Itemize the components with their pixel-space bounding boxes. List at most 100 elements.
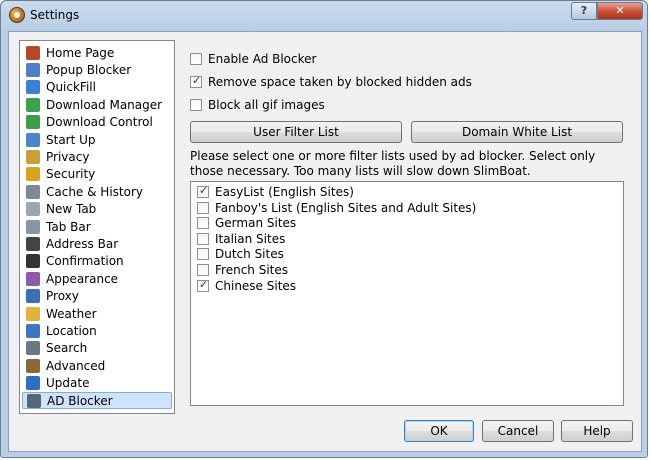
filter-list-label: Fanboy's List (English Sites and Adult S… — [215, 200, 477, 215]
sidebar-item-label: Weather — [46, 306, 97, 321]
filter-list-item[interactable]: German Sites — [197, 216, 296, 230]
sidebar-item-start-up[interactable]: Start Up — [22, 131, 172, 148]
sidebar-item-popup-blocker[interactable]: Popup Blocker — [22, 61, 172, 78]
cancel-button[interactable]: Cancel — [482, 420, 554, 442]
sidebar-item-ad-blocker[interactable]: AD Blocker — [22, 392, 172, 409]
block-gif-label: Block all gif images — [208, 98, 325, 112]
filter-list-label: Italian Sites — [215, 231, 286, 246]
privacy-icon — [26, 149, 40, 164]
proxy-icon — [26, 289, 40, 304]
ok-button[interactable]: OK — [404, 420, 474, 442]
sidebar-item-label: Home Page — [46, 45, 115, 60]
sidebar-item-label: Appearance — [46, 271, 119, 286]
sidebar-item-address-bar[interactable]: Address Bar — [22, 235, 172, 252]
settings-client-area: Home Page Popup Blocker QuickFill Download … — [8, 31, 642, 452]
filter-list-checkbox[interactable] — [197, 278, 209, 292]
sidebar-item-search[interactable]: Search — [22, 340, 172, 357]
enable-ad-blocker-checkbox[interactable] — [190, 53, 202, 65]
sidebar-item-label: Address Bar — [46, 236, 119, 251]
filter-list-checkbox[interactable] — [197, 217, 209, 230]
settings-window: Settings ? ✕ Home Page Popup Blocker Quick… — [0, 0, 648, 458]
user-filter-list-button[interactable]: User Filter List — [190, 121, 402, 143]
sidebar-item-label: AD Blocker — [47, 393, 113, 408]
remove-space-option[interactable]: Remove space taken by blocked hidden ads — [190, 74, 472, 89]
slimboat-app-icon — [9, 7, 25, 23]
sidebar-item-proxy[interactable]: Proxy — [22, 288, 172, 305]
filter-list-label: EasyList (English Sites) — [215, 185, 354, 199]
title-close-button[interactable]: ✕ — [597, 2, 643, 20]
sidebar-item-advanced[interactable]: Advanced — [22, 357, 172, 374]
sidebar-item-label: Start Up — [46, 132, 96, 147]
appearance-icon — [26, 271, 40, 286]
remove-space-checkbox[interactable] — [190, 74, 202, 88]
cache-history-icon — [26, 184, 40, 199]
filter-list-checkbox[interactable] — [197, 264, 209, 276]
home-icon — [26, 45, 40, 60]
sidebar-item-privacy[interactable]: Privacy — [22, 148, 172, 165]
help-button[interactable]: Help — [561, 420, 633, 442]
startup-icon — [26, 132, 40, 147]
filter-lists-box: EasyList (English Sites)Fanboy's List (E… — [190, 181, 624, 406]
sidebar-item-new-tab[interactable]: New Tab — [22, 201, 172, 218]
sidebar-item-appearance[interactable]: Appearance — [22, 270, 172, 287]
filter-list-label: French Sites — [215, 263, 288, 277]
filter-list-item[interactable]: Italian Sites — [197, 232, 285, 246]
filter-list-item[interactable]: Dutch Sites — [197, 247, 284, 261]
search-icon — [26, 341, 40, 356]
sidebar-item-download-control[interactable]: Download Control — [22, 114, 172, 131]
update-globe-icon — [26, 376, 40, 391]
filter-list-item[interactable]: French Sites — [197, 263, 288, 277]
sidebar-item-label: New Tab — [46, 202, 97, 217]
sidebar-item-quickfill[interactable]: QuickFill — [22, 79, 172, 96]
enable-ad-blocker-label: Enable Ad Blocker — [208, 52, 317, 66]
filter-list-item[interactable]: EasyList (English Sites) — [197, 184, 354, 199]
title-help-button[interactable]: ? — [571, 2, 597, 20]
sidebar-item-label: Proxy — [46, 289, 79, 304]
filter-list-description: Please select one or more filter lists u… — [190, 149, 596, 178]
sidebar-item-label: Confirmation — [46, 254, 124, 269]
sidebar-item-weather[interactable]: Weather — [22, 305, 172, 322]
sidebar-item-label: Search — [46, 341, 88, 356]
download-manager-icon — [26, 97, 40, 112]
new-tab-icon — [26, 202, 40, 217]
sidebar-item-label: Cache & History — [46, 184, 143, 199]
block-gif-checkbox[interactable] — [190, 99, 202, 111]
weather-icon — [26, 306, 40, 321]
block-gif-option[interactable]: Block all gif images — [190, 98, 325, 112]
download-control-icon — [26, 115, 40, 130]
sidebar-item-security[interactable]: Security — [22, 166, 172, 183]
sidebar-item-label: QuickFill — [46, 80, 96, 95]
tab-bar-icon — [26, 219, 40, 234]
filter-list-checkbox[interactable] — [197, 248, 209, 261]
sidebar-item-label: Tab Bar — [46, 219, 91, 234]
sidebar-item-tab-bar[interactable]: Tab Bar — [22, 218, 172, 235]
sidebar-item-update[interactable]: Update — [22, 375, 172, 392]
filter-list-item[interactable]: Chinese Sites — [197, 278, 296, 293]
sidebar-item-home-page[interactable]: Home Page — [22, 44, 172, 61]
sidebar-item-confirmation[interactable]: Confirmation — [22, 253, 172, 270]
filter-list-checkbox[interactable] — [197, 184, 209, 198]
sidebar-item-download-manager[interactable]: Download Manager — [22, 96, 172, 113]
filter-list-label: Dutch Sites — [215, 247, 284, 262]
location-icon — [26, 323, 40, 338]
title-bar: Settings ? ✕ — [1, 1, 647, 31]
enable-ad-blocker-option[interactable]: Enable Ad Blocker — [190, 52, 316, 66]
popup-blocker-icon — [26, 62, 40, 77]
sidebar-item-label: Security — [46, 167, 96, 182]
quickfill-icon — [26, 80, 40, 95]
sidebar-item-label: Privacy — [46, 149, 90, 164]
address-bar-icon — [26, 236, 40, 251]
filter-list-checkbox[interactable] — [197, 201, 209, 214]
sidebar-item-label: Update — [46, 376, 90, 391]
sidebar-item-label: Download Control — [46, 115, 153, 130]
sidebar-item-cache-history[interactable]: Cache & History — [22, 183, 172, 200]
domain-white-list-button[interactable]: Domain White List — [411, 121, 623, 143]
sidebar-item-label: Popup Blocker — [46, 62, 132, 77]
sidebar-item-location[interactable]: Location — [22, 322, 172, 339]
sidebar-item-label: Download Manager — [46, 97, 163, 112]
filter-list-label: German Sites — [215, 216, 297, 231]
filter-list-checkbox[interactable] — [197, 232, 209, 245]
filter-list-item[interactable]: Fanboy's List (English Sites and Adult S… — [197, 201, 476, 215]
advanced-tools-icon — [26, 358, 40, 373]
ad-blocker-icon — [27, 393, 41, 408]
